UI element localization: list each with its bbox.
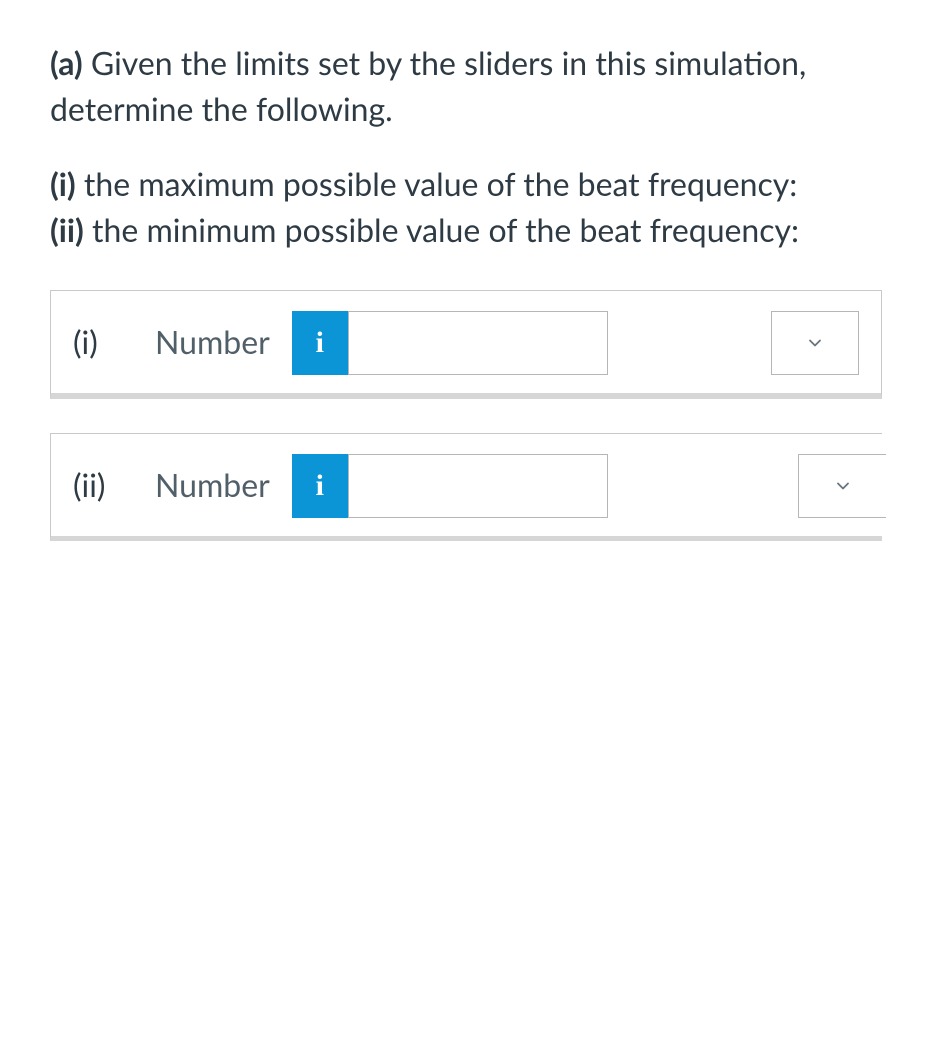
info-button-ii[interactable]: i — [292, 454, 348, 518]
subquestion-ii: (ii) the minimum possible value of the b… — [50, 207, 882, 253]
answer-ii-label: (ii) — [73, 462, 133, 508]
unit-select-ii[interactable] — [798, 454, 886, 518]
subquestion-i: (i) the maximum possible value of the be… — [50, 161, 882, 207]
unit-select-i[interactable] — [771, 311, 859, 375]
number-input-i[interactable] — [348, 311, 608, 375]
subq-ii-text: the minimum possible value of the beat f… — [92, 210, 799, 249]
answer-row-ii: (ii) Number i — [50, 433, 882, 541]
subq-i-label: (i) — [50, 164, 76, 203]
part-label: (a) — [50, 43, 83, 82]
number-input-ii[interactable] — [348, 454, 608, 518]
subq-ii-label: (ii) — [50, 210, 84, 249]
info-icon: i — [316, 469, 324, 503]
intro-text: Given the limits set by the sliders in t… — [50, 43, 806, 128]
question-intro: (a) Given the limits set by the sliders … — [50, 40, 882, 133]
subquestions: (i) the maximum possible value of the be… — [50, 161, 882, 254]
chevron-down-icon — [833, 476, 853, 496]
chevron-down-icon — [805, 333, 825, 353]
info-button-i[interactable]: i — [292, 311, 348, 375]
answer-row-i: (i) Number i — [50, 290, 882, 399]
subq-i-text: the maximum possible value of the beat f… — [84, 164, 797, 203]
answer-i-label: (i) — [73, 319, 133, 365]
answer-ii-word: Number — [155, 462, 270, 508]
info-icon: i — [316, 326, 324, 360]
answer-i-word: Number — [155, 319, 270, 365]
